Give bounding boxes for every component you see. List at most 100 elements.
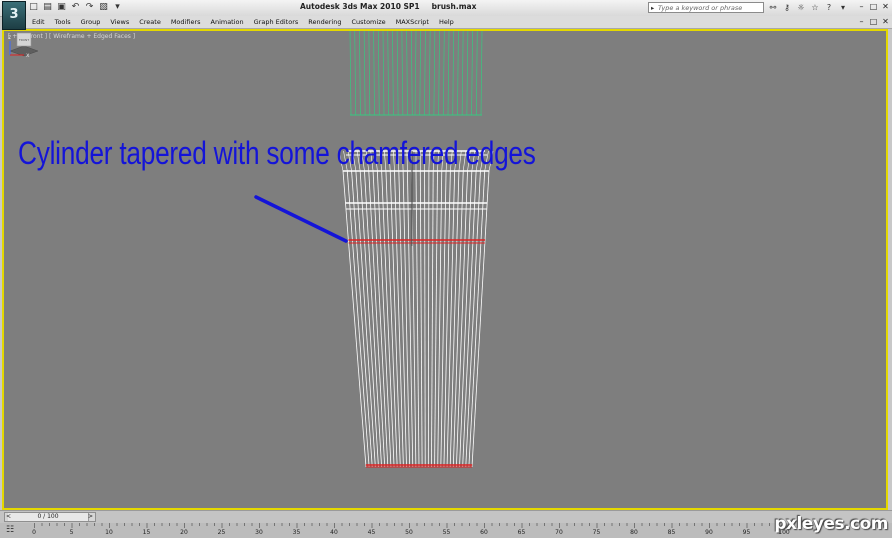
green-wire-line [349,31,352,116]
menu-help[interactable]: Help [434,16,459,28]
redo-icon[interactable]: ↷ [84,2,95,13]
menu-customize[interactable]: Customize [346,16,390,28]
menu-views[interactable]: Views [105,16,134,28]
help-dropdown-icon[interactable]: ▾ [838,2,848,13]
favorites-star-icon[interactable]: ☆ [810,2,820,13]
cylinder-wire-line [402,170,411,468]
cylinder-wire-line [465,170,481,468]
save-icon[interactable]: ▣ [56,2,67,13]
key-icon[interactable]: ⚷ [782,2,792,13]
menu-create[interactable]: Create [134,16,166,28]
viewport-scene [254,31,494,468]
axis-x-label: x [26,52,30,59]
green-wire-line [382,31,385,116]
file-name: brush.max [431,2,477,11]
ruler-tick-label: 50 [405,529,413,536]
green-wire-line [373,31,375,116]
doc-restore-icon[interactable]: □ [869,17,878,26]
green-wire-line [428,31,431,116]
green-wire-line [392,31,394,116]
cylinder-wire-line [468,170,486,468]
green-wire-line [414,31,417,116]
time-slider[interactable]: 0 / 100 < > [4,512,96,522]
search-expand-icon[interactable]: ▸ [651,3,654,14]
annotation-pointer [254,195,348,243]
ruler-tick-label: 85 [667,529,676,536]
undo-icon[interactable]: ↶ [70,2,81,13]
doc-minimize-icon[interactable]: – [857,17,866,26]
ruler-tick-label: 35 [292,529,301,536]
front-viewport[interactable]: [ + ] [ Front ] [ Wireframe + Edged Face… [2,29,888,510]
cylinder-wire-line [462,170,477,468]
ruler-tick-label: 55 [442,529,451,536]
annotation-text: Cylinder tapered with some chamfered edg… [18,135,536,171]
menu-rendering[interactable]: Rendering [303,16,346,28]
axis-z-label: z [8,34,11,41]
green-wire-line [461,31,464,116]
cylinder-wire-line [368,170,386,468]
cylinder-wire-line [437,170,443,468]
menu-group[interactable]: Group [76,16,106,28]
new-file-icon[interactable]: □ [28,2,39,13]
cylinder-wire-line [427,170,430,468]
menu-modifiers[interactable]: Modifiers [166,16,206,28]
infocenter-toolbar: ⚯ ⚷ ☼ ☆? ▾ [768,2,848,13]
application-button[interactable]: 3 [2,1,26,30]
trackbar-icon[interactable]: ☷ [6,525,22,536]
doc-close-icon[interactable]: ✕ [881,17,890,26]
binoculars-icon[interactable]: ⚯ [768,2,778,13]
axis-tripod-icon: z x [8,34,30,59]
help-icon[interactable]: ? [824,2,834,13]
search-input[interactable]: ▸ Type a keyword or phrase [648,2,764,13]
green-wire-line [457,31,459,116]
dropdown-icon[interactable]: ▾ [112,2,123,13]
green-wire-line [447,31,450,116]
cylinder-wire-line [431,170,434,468]
communication-icon[interactable]: ☼ [796,2,806,13]
prev-frame-button[interactable]: < [6,513,11,521]
minimize-icon[interactable]: – [857,2,866,11]
menu-bar: Edit Tools Group Views Create Modifiers Animat… [24,16,892,29]
menu-tools[interactable]: Tools [50,16,76,28]
menu-edit[interactable]: Edit [24,16,50,28]
maximize-icon[interactable]: □ [869,2,878,11]
time-slider-thumb[interactable]: 0 / 100 [8,513,89,521]
cylinder-wire-line [424,170,426,468]
document-window-controls: – □ ✕ [857,17,890,26]
green-wire-line [368,31,371,116]
watermark: pxleyes.com [774,514,888,534]
menu-graph-editors[interactable]: Graph Editors [249,16,304,28]
ruler-tick-label: 90 [705,529,713,536]
cylinder-wire-line [434,170,438,468]
project-folder-icon[interactable]: ▧ [98,2,109,13]
window-controls: – □ ✕ [857,2,890,11]
green-wire-line [438,31,440,116]
green-wire-line [410,31,413,116]
app-logo-icon: 3 [9,7,19,22]
quick-access-toolbar: □ ▤ ▣ ↶ ↷ ▧ ▾ [28,2,123,14]
next-frame-button[interactable]: > [88,513,93,521]
green-wire-line [419,31,422,116]
ruler-tick-label: 15 [142,529,151,536]
menu-maxscript[interactable]: MAXScript [391,16,434,28]
green-wire-line [354,31,357,116]
green-wire-line [452,31,455,116]
green-wire-line [442,31,445,116]
time-slider-bar: 0 / 100 < > [0,510,892,523]
cylinder-wire-line [419,170,423,468]
ruler-tick-label: 0 [32,529,36,536]
ruler-tick-label: 45 [367,529,376,536]
cylinder-wire-line [471,170,490,468]
ruler-tick-label: 40 [330,529,338,536]
green-wire-line [406,31,408,116]
ruler-tick-label: 95 [742,529,751,536]
app-title: Autodesk 3ds Max 2010 SP1 [300,2,420,11]
close-icon[interactable]: ✕ [881,2,890,11]
green-wire-line [480,31,483,116]
green-wire-line [466,31,469,116]
menu-animation[interactable]: Animation [206,16,249,28]
open-folder-icon[interactable]: ▤ [42,2,53,13]
ruler-tick-label: 10 [105,529,113,536]
ruler-tick-label: 60 [480,529,488,536]
green-wire-line [363,31,366,116]
